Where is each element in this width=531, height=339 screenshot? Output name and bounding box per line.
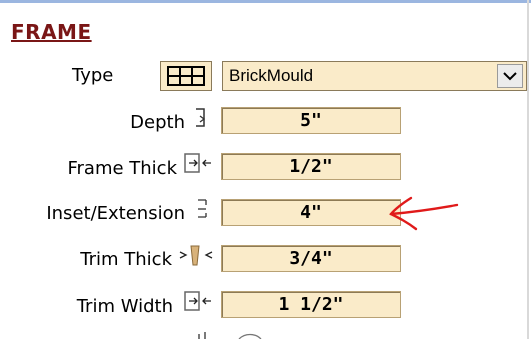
depth-field[interactable]: 5" xyxy=(221,107,401,134)
frame-thick-icon xyxy=(184,153,211,173)
type-select[interactable]: BrickMould xyxy=(222,61,527,91)
next-row-icons xyxy=(198,332,262,339)
inset-extension-icon xyxy=(198,199,207,218)
dropdown-button[interactable] xyxy=(497,64,523,88)
trim-width-icon xyxy=(184,291,211,311)
right-divider xyxy=(527,0,529,339)
depth-icon xyxy=(196,108,206,127)
inset-extension-label: Inset/Extension xyxy=(46,203,185,224)
depth-label: Depth xyxy=(130,112,185,133)
frame-thick-field[interactable]: 1/2" xyxy=(221,153,401,180)
trim-thick-icon xyxy=(179,245,213,266)
trim-width-field[interactable]: 1 1/2" xyxy=(221,291,401,318)
trim-thick-label: Trim Thick xyxy=(80,249,172,270)
red-arrow-annotation xyxy=(389,196,459,231)
frame-thick-label: Frame Thick xyxy=(67,158,177,179)
type-select-value: BrickMould xyxy=(229,66,314,85)
grid-icon xyxy=(167,66,205,86)
type-grid-button[interactable] xyxy=(160,61,212,91)
section-title: FRAME xyxy=(11,20,92,44)
trim-thick-field[interactable]: 3/4" xyxy=(221,245,401,272)
top-border xyxy=(0,0,531,3)
trim-width-label: Trim Width xyxy=(76,296,173,317)
inset-extension-field[interactable]: 4" xyxy=(221,199,401,226)
type-label: Type xyxy=(72,65,114,86)
chevron-down-icon xyxy=(503,72,517,81)
